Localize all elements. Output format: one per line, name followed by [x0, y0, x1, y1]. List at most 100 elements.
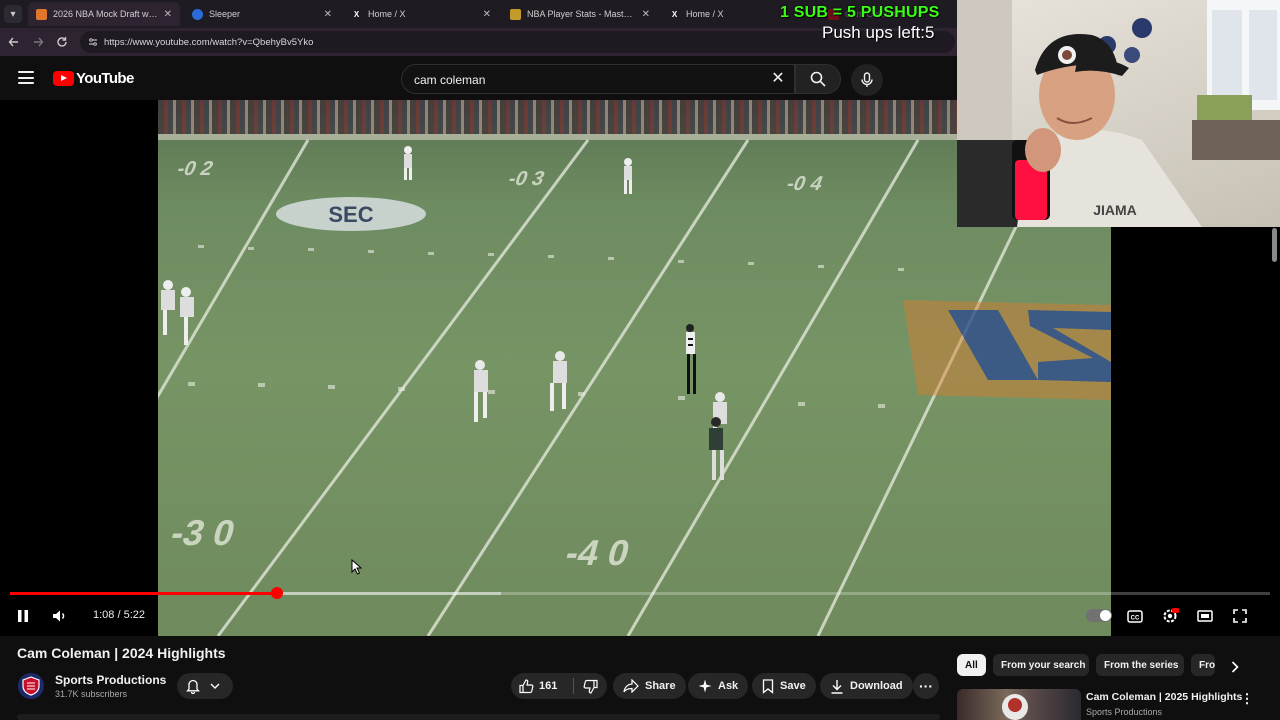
sparkle-icon	[698, 679, 712, 693]
forward-icon[interactable]	[30, 34, 46, 50]
clear-search-icon[interactable]: ✕	[770, 71, 786, 87]
menu-icon[interactable]	[18, 71, 34, 84]
close-tab-icon[interactable]: ✕	[483, 9, 491, 20]
share-label: Share	[645, 680, 676, 692]
svg-text:SEC: SEC	[328, 202, 373, 227]
recommended-title[interactable]: Cam Coleman | 2025 Highlights	[1086, 691, 1242, 703]
notification-button[interactable]	[177, 673, 233, 699]
webcam-overlay: JIAMA	[957, 0, 1280, 227]
like-dislike-group: 161	[511, 673, 607, 699]
bell-icon	[186, 679, 200, 694]
browser-tab[interactable]: 2026 NBA Mock Draft with Lottery ✕	[28, 2, 180, 26]
page-scrollbar[interactable]	[1272, 228, 1277, 262]
thumbnail-image	[1002, 694, 1028, 720]
channel-name[interactable]: Sports Productions	[55, 673, 166, 687]
close-tab-icon[interactable]: ✕	[324, 9, 332, 20]
youtube-wordmark: YouTube	[76, 70, 134, 87]
volume-button[interactable]	[48, 604, 72, 628]
ask-button[interactable]: Ask	[688, 673, 749, 699]
pause-button[interactable]	[11, 604, 35, 628]
sleeper-icon	[192, 8, 203, 20]
recommended-thumbnail[interactable]	[957, 689, 1081, 720]
horizontal-scrollbar[interactable]	[17, 714, 940, 720]
seek-thumb[interactable]	[271, 587, 284, 599]
download-button[interactable]: Download	[820, 673, 913, 699]
spreadsheet-icon	[510, 8, 521, 20]
theater-mode-button[interactable]	[1193, 604, 1217, 628]
search-box: ✕	[401, 64, 795, 94]
youtube-header: YouTube ✕	[0, 56, 957, 100]
voice-search-button[interactable]	[851, 64, 883, 96]
share-icon	[623, 679, 639, 693]
thumbs-down-icon	[583, 679, 598, 694]
thumbs-up-icon	[519, 678, 534, 693]
close-tab-icon[interactable]: ✕	[164, 9, 172, 20]
tab-title: NBA Player Stats - Master Stats	[527, 9, 636, 19]
chip-label: From	[1199, 659, 1215, 671]
youtube-logo[interactable]: YouTube	[53, 70, 134, 87]
x-icon: X	[671, 9, 678, 19]
tab-title: 2026 NBA Mock Draft with Lottery	[53, 9, 158, 19]
chip-from-your-search[interactable]: From your search	[993, 654, 1089, 676]
back-icon[interactable]	[6, 34, 22, 50]
recommended-channel[interactable]: Sports Productions	[1086, 707, 1162, 717]
shield-logo-icon	[22, 676, 40, 696]
share-button[interactable]: Share	[613, 673, 686, 699]
more-vertical-icon[interactable]: ⋮	[1240, 691, 1254, 707]
channel-avatar[interactable]	[18, 673, 44, 699]
chip-label: From the series	[1104, 659, 1179, 671]
nba-mock-icon	[36, 8, 47, 20]
more-actions-button[interactable]: ···	[913, 673, 939, 699]
tab-list-button[interactable]: ▾	[4, 5, 22, 23]
site-info-icon[interactable]	[88, 37, 98, 47]
dislike-button[interactable]	[574, 673, 607, 699]
chip-from[interactable]: From	[1191, 654, 1215, 676]
svg-text:-0 3: -0 3	[505, 168, 548, 190]
svg-text:-0 4: -0 4	[783, 173, 826, 195]
fullscreen-icon	[1233, 609, 1247, 623]
browser-tab[interactable]: Sleeper ✕	[184, 2, 340, 26]
seek-bar[interactable]	[10, 587, 1270, 599]
ask-label: Ask	[718, 680, 739, 692]
url-text: https://www.youtube.com/watch?v=QbehyBv5…	[104, 36, 314, 48]
closed-captions-icon: CC	[1127, 609, 1143, 623]
video-title: Cam Coleman | 2024 Highlights	[17, 645, 226, 661]
fullscreen-button[interactable]	[1228, 604, 1252, 628]
svg-text:-4 0: -4 0	[561, 533, 634, 573]
chip-label: All	[965, 659, 978, 671]
subtitles-button[interactable]: CC	[1123, 604, 1147, 628]
settings-button[interactable]	[1158, 604, 1182, 628]
like-count: 161	[539, 680, 558, 692]
svg-text:-0 2: -0 2	[174, 158, 217, 180]
pause-icon	[18, 610, 28, 622]
reload-icon[interactable]	[54, 34, 70, 50]
more-horizontal-icon: ···	[919, 678, 933, 694]
like-button[interactable]: 161	[511, 673, 573, 699]
save-label: Save	[780, 680, 806, 692]
search-input[interactable]	[414, 71, 754, 89]
streamer-webcam-image: JIAMA	[957, 0, 1280, 227]
close-tab-icon[interactable]: ✕	[642, 9, 650, 20]
chevron-right-icon[interactable]	[1224, 656, 1246, 678]
time-display: 1:08 / 5:22	[93, 609, 145, 621]
theater-mode-icon	[1197, 610, 1213, 622]
download-label: Download	[850, 680, 903, 692]
autoplay-toggle[interactable]	[1086, 609, 1112, 622]
browser-tab[interactable]: NBA Player Stats - Master Stats ✕	[502, 2, 658, 26]
player-controls: 1:08 / 5:22 CC	[0, 600, 1280, 630]
chip-label: From your search	[1001, 659, 1086, 671]
search-button[interactable]	[795, 64, 841, 94]
chip-all[interactable]: All	[957, 654, 986, 676]
microphone-icon	[861, 72, 873, 87]
save-button[interactable]: Save	[752, 673, 816, 699]
played-bar	[10, 592, 278, 595]
x-icon: X	[353, 9, 360, 19]
search-icon	[810, 71, 826, 87]
svg-text:JIAMA: JIAMA	[1093, 202, 1137, 218]
chevron-down-icon	[210, 683, 220, 689]
chip-from-the-series[interactable]: From the series	[1096, 654, 1184, 676]
pushup-counter: Push ups left:5	[822, 23, 935, 42]
subscriber-count: 31.7K subscribers	[55, 689, 128, 699]
bookmark-icon	[762, 678, 774, 694]
browser-tab[interactable]: X Home / X ✕	[343, 2, 499, 26]
